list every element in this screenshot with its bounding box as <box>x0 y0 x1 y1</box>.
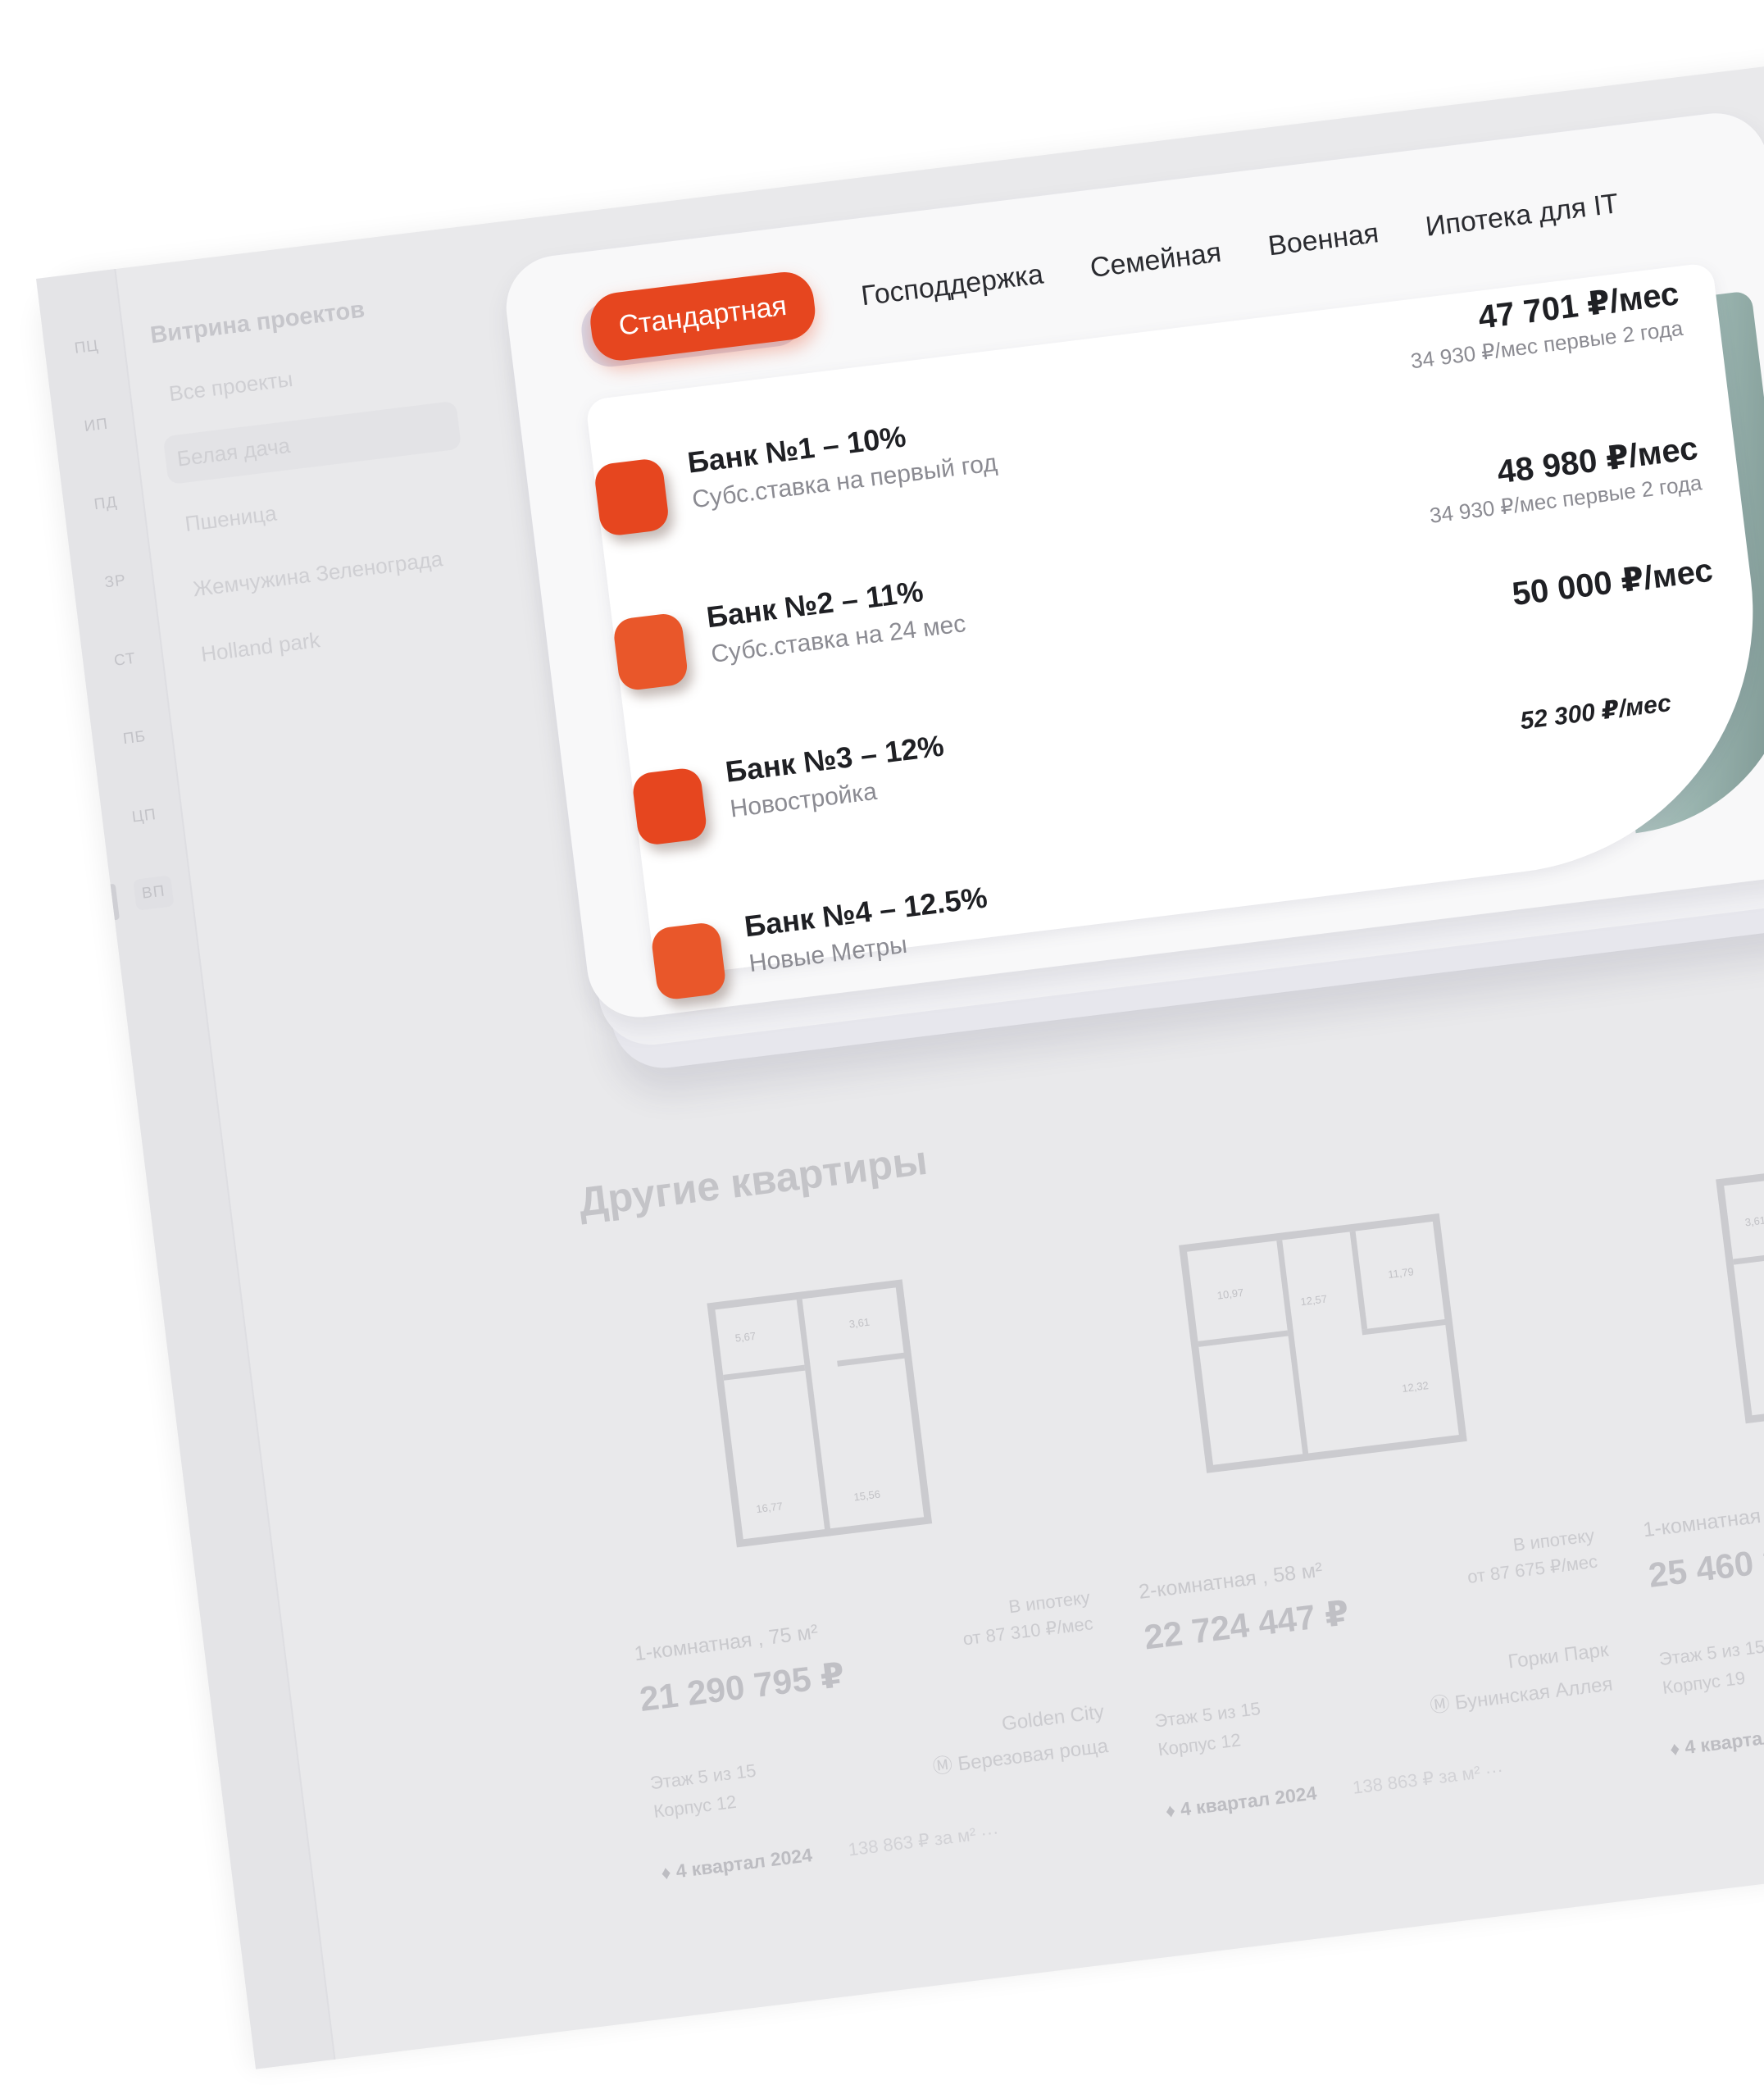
mortgage-label: В ипотеку <box>1007 1587 1092 1618</box>
apartment-card[interactable]: 10,97 12,57 11,79 12,32 2-комнатная , 58… <box>1098 1200 1641 1972</box>
rail-item-pc[interactable]: ПЦ <box>67 336 107 358</box>
sidebar-title: Витрина проектов <box>148 296 366 349</box>
completion-quarter: ♦ 4 квартал 2024 <box>1668 1720 1764 1760</box>
rail-active-marker <box>110 883 120 921</box>
bank-logo-icon <box>611 612 689 692</box>
completion-quarter: ♦ 4 квартал 2024 <box>660 1844 814 1884</box>
other-apartments-title: Другие квартиры <box>575 1136 930 1226</box>
mortgage-card: Стандартная Господдержка Семейная Военна… <box>498 90 1764 1074</box>
tab-it-mortgage[interactable]: Ипотека для IT <box>1424 188 1621 244</box>
rail-item-st[interactable]: СТ <box>105 649 144 671</box>
apartment-building: Корпус 12 <box>1157 1729 1243 1760</box>
bank-name: Банк №3 – 12% <box>723 728 946 789</box>
apartment-building: Корпус 19 <box>1661 1667 1747 1698</box>
tab-family[interactable]: Семейная <box>1089 236 1223 284</box>
price-per-sqm: 138 863 ₽ за м² ··· <box>847 1821 1000 1860</box>
mortgage-value: от 87 675 ₽/мес <box>1466 1550 1599 1587</box>
apartment-floor: Этаж 5 из 15 <box>1153 1698 1262 1732</box>
rail-item-pd[interactable]: ПД <box>86 493 125 515</box>
apartment-price: 22 724 447 ₽ <box>1142 1593 1352 1657</box>
apartment-type: 2-комнатная , 58 м² <box>1137 1558 1324 1604</box>
bank-name: Банк №4 – 12.5% <box>742 880 989 944</box>
metro-station: Ⓜ Березовая роща <box>931 1735 1110 1779</box>
apartment-price: 21 290 795 ₽ <box>637 1655 847 1719</box>
price-per-sqm: 138 863 ₽ за м² ··· <box>1351 1759 1505 1798</box>
mortgage-value: от 87 310 ₽/мес <box>962 1613 1094 1650</box>
apartment-floor: Этаж 5 из 15 <box>648 1760 757 1794</box>
floor-plan-image: 5,67 3,61 16,77 15,56 <box>707 1279 933 1548</box>
rail-item-pb[interactable]: ПБ <box>115 727 154 749</box>
apartment-card[interactable]: 5,67 3,61 16,77 15,56 1-комнатная , 75 м… <box>593 1261 1136 2033</box>
rail-item-vp[interactable]: ВП <box>133 875 175 911</box>
bank-logo-icon <box>630 766 708 847</box>
apartment-building: Корпус 12 <box>652 1791 738 1823</box>
tab-state-support[interactable]: Господдержка <box>859 258 1044 312</box>
bank-logo-icon <box>593 457 671 538</box>
rail-item-zr[interactable]: ЗР <box>96 571 135 593</box>
floor-plan-image: 3,61 16,71 <box>1716 1159 1764 1424</box>
rail-item-cp[interactable]: ЦП <box>125 805 164 827</box>
apartment-type: 1-комнатная , 75 м² <box>633 1620 820 1666</box>
apartment-type: 1-комнатная , 86 м² <box>1641 1496 1764 1542</box>
metro-station: Ⓜ Бунинская Аллея <box>1429 1673 1614 1718</box>
floor-plan-image: 10,97 12,57 11,79 12,32 <box>1179 1213 1467 1473</box>
rail-item-ip[interactable]: ИП <box>76 415 116 437</box>
apartment-card[interactable]: 3,61 16,71 1-комнатная , 86 м² 25 460 28… <box>1602 1137 1764 1910</box>
completion-quarter: ♦ 4 квартал 2024 <box>1164 1782 1318 1822</box>
bank-logo-icon <box>649 921 728 1002</box>
apartment-floor: Этаж 5 из 15 <box>1657 1636 1764 1670</box>
apartment-price: 25 460 286 ₽ <box>1646 1532 1764 1595</box>
mortgage-label: В ипотеку <box>1512 1524 1596 1555</box>
tab-military[interactable]: Военная <box>1266 217 1380 262</box>
